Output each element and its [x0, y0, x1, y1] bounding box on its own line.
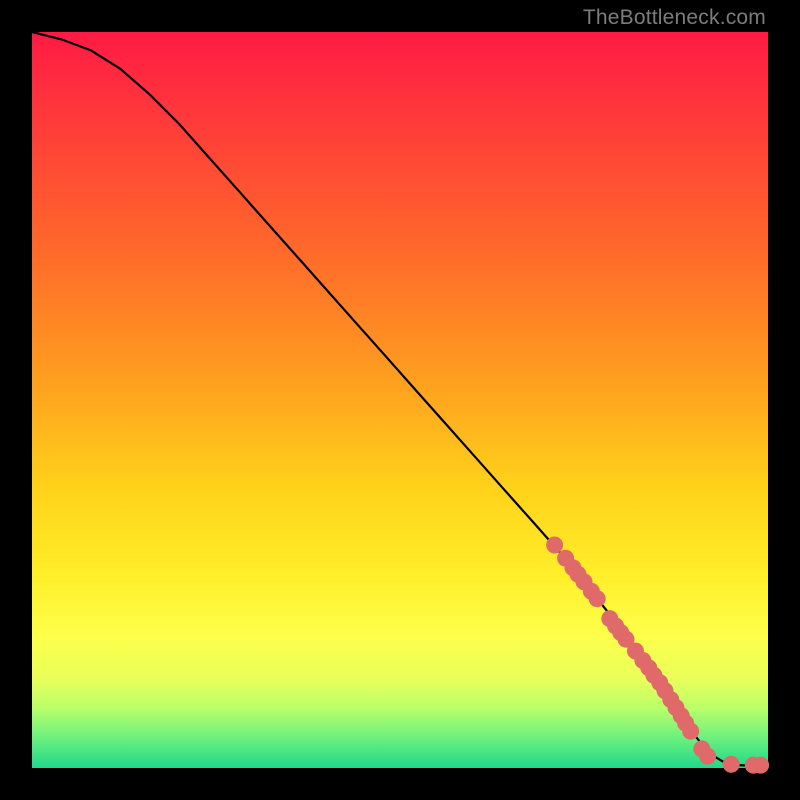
data-point	[752, 757, 769, 774]
chart-frame: TheBottleneck.com	[0, 0, 800, 800]
data-point	[723, 756, 740, 773]
scatter-points	[546, 537, 769, 774]
data-point	[682, 723, 699, 740]
data-point	[546, 537, 563, 554]
bottleneck-curve	[32, 32, 768, 766]
data-point	[699, 748, 716, 765]
chart-svg	[32, 32, 768, 768]
plot-area	[32, 32, 768, 768]
data-point	[589, 590, 606, 607]
watermark-text: TheBottleneck.com	[583, 6, 766, 30]
